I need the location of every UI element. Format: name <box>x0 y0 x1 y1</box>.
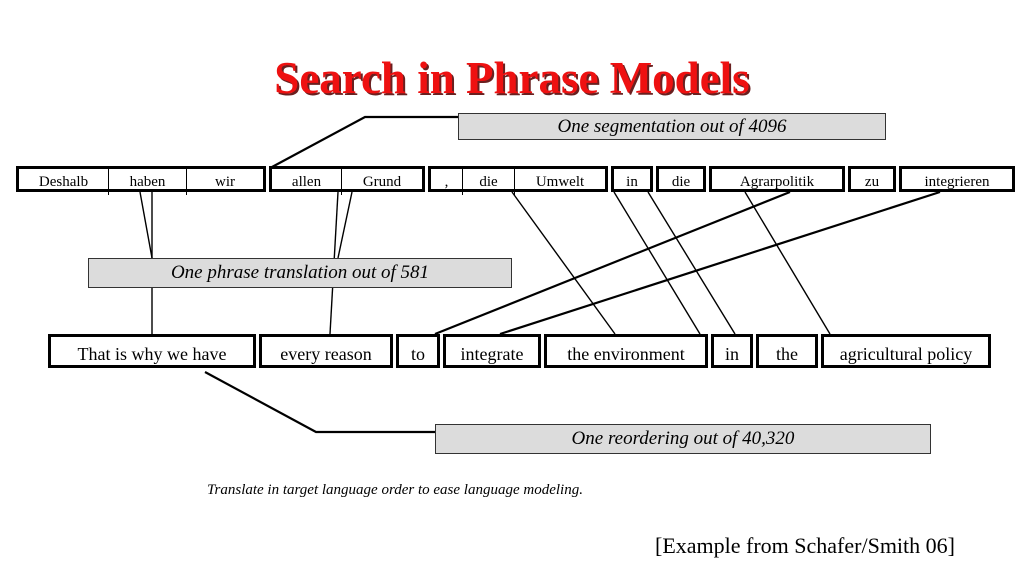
source-phrase[interactable]: die <box>656 166 706 192</box>
page-title: Search in Phrase Models <box>274 53 750 103</box>
source-phrase[interactable]: Deshalb haben wir <box>16 166 266 195</box>
source-token: zu <box>864 173 880 190</box>
target-token: the <box>776 343 798 364</box>
source-token: die <box>463 169 515 195</box>
target-phrase[interactable]: the <box>756 334 818 368</box>
target-phrase[interactable]: integrate <box>443 334 541 368</box>
callout-segmentation: One segmentation out of 4096 <box>458 113 886 140</box>
source-token: haben <box>109 169 187 195</box>
source-phrase[interactable]: Agrarpolitik <box>709 166 845 192</box>
leader-phrase-2 <box>337 191 353 259</box>
callout-phrase-translation: One phrase translation out of 581 <box>88 258 512 288</box>
slide-canvas: Search in Phrase Models One segmentation… <box>0 0 1024 576</box>
target-phrase[interactable]: to <box>396 334 440 368</box>
source-token: wir <box>215 173 235 190</box>
target-token: in <box>724 343 739 364</box>
target-phrase[interactable]: every reason <box>259 334 393 368</box>
target-token: That is why we have <box>77 343 227 364</box>
target-token: integrate <box>460 343 524 364</box>
source-token: allen <box>272 169 342 195</box>
target-token: agricultural policy <box>839 343 973 364</box>
align-link-4 <box>613 191 701 335</box>
source-token: in <box>626 173 638 190</box>
align-link-5 <box>647 191 736 335</box>
source-sentence-row: Deshalb haben wir allen Grund , die Umwe… <box>16 166 1015 195</box>
source-phrase[interactable]: in <box>611 166 653 192</box>
source-phrase[interactable]: integrieren <box>899 166 1015 192</box>
target-phrase[interactable]: in <box>711 334 753 368</box>
leader-phrase-1 <box>139 191 153 259</box>
source-token: Grund <box>362 173 402 190</box>
source-phrase[interactable]: allen Grund <box>269 166 425 195</box>
source-token: Umwelt <box>535 173 585 190</box>
source-token: Agrarpolitik <box>739 173 815 190</box>
target-phrase[interactable]: agricultural policy <box>821 334 991 368</box>
source-token: integrieren <box>924 173 990 190</box>
target-token: to <box>410 343 425 364</box>
source-token: die <box>671 173 691 190</box>
target-phrase[interactable]: That is why we have <box>48 334 256 368</box>
target-token: the environment <box>567 343 685 364</box>
source-phrase[interactable]: , die Umwelt <box>428 166 608 195</box>
align-link-6 <box>744 191 831 335</box>
citation-text: [Example from Schafer/Smith 06] <box>655 533 955 558</box>
slide-caption: Translate in target language order to ea… <box>207 482 583 498</box>
target-token: every reason <box>280 343 372 364</box>
source-phrase[interactable]: zu <box>848 166 896 192</box>
align-link-3 <box>511 191 616 335</box>
callout-reordering: One reordering out of 40,320 <box>435 424 931 454</box>
target-sentence-row: That is why we have every reason to inte… <box>48 334 991 368</box>
align-link-8 <box>499 190 941 336</box>
source-token: , <box>431 169 463 195</box>
target-phrase[interactable]: the environment <box>544 334 708 368</box>
leader-segmentation <box>271 115 458 168</box>
leader-reordering <box>204 371 435 434</box>
source-token: Deshalb <box>19 169 109 195</box>
